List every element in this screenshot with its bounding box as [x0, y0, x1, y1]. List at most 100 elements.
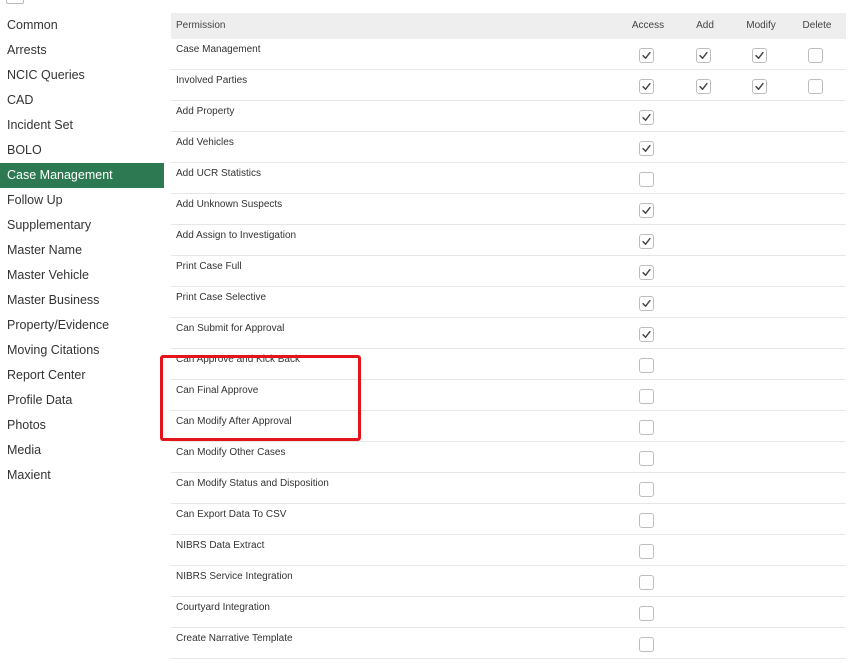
permission-label: Can Approve and Kick Back: [176, 354, 300, 365]
permission-label: Case Management: [176, 44, 261, 55]
permission-label: Add Unknown Suspects: [176, 199, 283, 210]
access-checkbox[interactable]: [639, 172, 654, 187]
access-checkbox[interactable]: [639, 606, 654, 621]
sidebar-item-photos[interactable]: Photos: [0, 413, 164, 438]
table-row: Courtyard Integration: [171, 597, 846, 628]
table-row: Create Narrative Template: [171, 628, 846, 659]
sidebar-item-profile-data[interactable]: Profile Data: [0, 388, 164, 413]
checkmark-icon: [642, 330, 651, 338]
access-checkbox[interactable]: [639, 420, 654, 435]
access-checkbox[interactable]: [639, 482, 654, 497]
checkmark-icon: [755, 51, 764, 59]
checkmark-icon: [642, 268, 651, 276]
add-checkbox[interactable]: [696, 48, 711, 63]
checkmark-icon: [699, 51, 708, 59]
table-row: Case Management: [171, 39, 846, 70]
header-delete: Delete: [802, 20, 832, 31]
sidebar-item-property-evidence[interactable]: Property/Evidence: [0, 313, 164, 338]
add-checkbox[interactable]: [696, 79, 711, 94]
sidebar-item-maxient[interactable]: Maxient: [0, 463, 164, 488]
permission-label: Can Modify Status and Disposition: [176, 478, 329, 489]
access-checkbox[interactable]: [639, 296, 654, 311]
delete-checkbox[interactable]: [808, 48, 823, 63]
sidebar-item-bolo[interactable]: BOLO: [0, 138, 164, 163]
permission-label: Can Modify Other Cases: [176, 447, 286, 458]
checkmark-icon: [642, 299, 651, 307]
table-row: Can Modify After Approval: [171, 411, 846, 442]
sidebar-item-incident-set[interactable]: Incident Set: [0, 113, 164, 138]
sidebar-item-case-management[interactable]: Case Management: [0, 163, 164, 188]
delete-checkbox[interactable]: [808, 79, 823, 94]
header-modify: Modify: [746, 20, 776, 31]
access-checkbox[interactable]: [639, 575, 654, 590]
modify-checkbox[interactable]: [752, 48, 767, 63]
access-checkbox[interactable]: [639, 110, 654, 125]
sidebar-item-common[interactable]: Common: [0, 13, 164, 38]
access-checkbox[interactable]: [639, 544, 654, 559]
table-row: Can Final Approve: [171, 380, 846, 411]
checkmark-icon: [642, 237, 651, 245]
sidebar-item-media[interactable]: Media: [0, 438, 164, 463]
checkmark-icon: [642, 144, 651, 152]
permission-label: Create Narrative Template: [176, 633, 293, 644]
table-row: Print Case Full: [171, 256, 846, 287]
header-access: Access: [631, 20, 665, 31]
sidebar-item-supplementary[interactable]: Supplementary: [0, 213, 164, 238]
table-row: Can Modify Status and Disposition: [171, 473, 846, 504]
sidebar-item-master-vehicle[interactable]: Master Vehicle: [0, 263, 164, 288]
table-row: Add Unknown Suspects: [171, 194, 846, 225]
permission-label: Can Submit for Approval: [176, 323, 285, 334]
table-row: Can Approve and Kick Back: [171, 349, 846, 380]
access-checkbox[interactable]: [639, 327, 654, 342]
access-checkbox[interactable]: [639, 389, 654, 404]
permissions-table: Permission Access Add Modify Delete Case…: [171, 13, 846, 659]
checkmark-icon: [642, 113, 651, 121]
permission-label: Add Assign to Investigation: [176, 230, 297, 241]
table-row: Can Export Data To CSV: [171, 504, 846, 535]
modify-checkbox[interactable]: [752, 79, 767, 94]
permission-label: Can Export Data To CSV: [176, 509, 287, 520]
permission-label: NIBRS Data Extract: [176, 540, 265, 551]
sidebar-item-master-name[interactable]: Master Name: [0, 238, 164, 263]
access-checkbox[interactable]: [639, 203, 654, 218]
access-checkbox[interactable]: [639, 234, 654, 249]
table-row: NIBRS Service Integration: [171, 566, 846, 597]
checkmark-icon: [755, 82, 764, 90]
access-checkbox[interactable]: [639, 358, 654, 373]
access-checkbox[interactable]: [639, 513, 654, 528]
permission-label: NIBRS Service Integration: [176, 571, 293, 582]
access-checkbox[interactable]: [639, 48, 654, 63]
permission-label: Add Vehicles: [176, 137, 234, 148]
access-checkbox[interactable]: [639, 79, 654, 94]
access-checkbox[interactable]: [639, 451, 654, 466]
sidebar-item-report-center[interactable]: Report Center: [0, 363, 164, 388]
table-row: NIBRS Data Extract: [171, 535, 846, 566]
access-checkbox[interactable]: [639, 141, 654, 156]
sidebar-item-moving-citations[interactable]: Moving Citations: [0, 338, 164, 363]
table-header: Permission Access Add Modify Delete: [171, 13, 846, 39]
table-row: Add Assign to Investigation: [171, 225, 846, 256]
permission-label: Can Final Approve: [176, 385, 259, 396]
permission-label: Add UCR Statistics: [176, 168, 262, 179]
sidebar-item-follow-up[interactable]: Follow Up: [0, 188, 164, 213]
checkmark-icon: [642, 51, 651, 59]
sidebar-item-cad[interactable]: CAD: [0, 88, 164, 113]
permission-label: Print Case Selective: [176, 292, 267, 303]
checkmark-icon: [699, 82, 708, 90]
checkmark-icon: [642, 206, 651, 214]
access-checkbox[interactable]: [639, 637, 654, 652]
access-checkbox[interactable]: [639, 265, 654, 280]
sidebar-nav: Common Arrests NCIC Queries CAD Incident Set…: [0, 13, 164, 488]
permission-label: Involved Parties: [176, 75, 248, 86]
header-permission: Permission: [176, 20, 226, 31]
table-row: Can Submit for Approval: [171, 318, 846, 349]
sidebar-item-ncic-queries[interactable]: NCIC Queries: [0, 63, 164, 88]
header-add: Add: [696, 20, 714, 31]
table-body: Case Management Involved Parties Add Prope…: [171, 39, 846, 659]
permission-label: Can Modify After Approval: [176, 416, 292, 427]
sidebar-item-master-business[interactable]: Master Business: [0, 288, 164, 313]
top-checkbox-fragment: [6, 0, 24, 4]
table-row: Print Case Selective: [171, 287, 846, 318]
sidebar-item-arrests[interactable]: Arrests: [0, 38, 164, 63]
table-row: Add Property: [171, 101, 846, 132]
